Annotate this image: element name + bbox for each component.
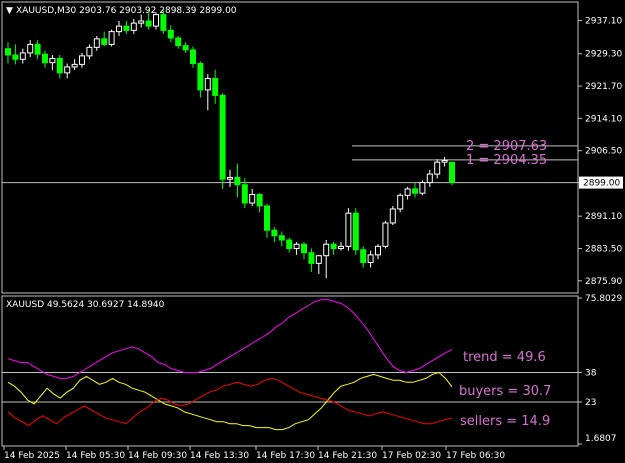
candle-body [412, 188, 418, 194]
candle-body [315, 255, 322, 264]
candle-body [234, 176, 241, 186]
candle-body [323, 243, 330, 257]
time-tick-label: 14 Feb 13:30 [190, 451, 249, 461]
candle-body [241, 184, 248, 204]
time-tick-label: 14 Feb 09:30 [128, 451, 187, 461]
indicator-labels: trend = 49.6 buyers = 30.7 sellers = 14.9 [459, 350, 551, 429]
time-tick-label: 14 Feb 2025 [4, 451, 60, 461]
candle-body [338, 245, 344, 249]
price-tick-label: 2891.10 [585, 212, 622, 222]
candle-body [145, 20, 152, 27]
candle-body [345, 212, 352, 247]
candle-body [227, 176, 233, 180]
candle-body [212, 77, 219, 96]
candle-body [130, 22, 137, 31]
time-tick-label: 14 Feb 17:30 [256, 451, 315, 461]
candle-body [56, 57, 63, 74]
candle-body [434, 161, 441, 175]
candle-body [190, 49, 196, 65]
candle-body [42, 53, 48, 64]
candle-body [182, 45, 189, 51]
candle-body [93, 38, 100, 48]
candle-body [286, 239, 293, 249]
candle-body [19, 52, 26, 60]
price-tick-label: 2937.10 [585, 17, 622, 27]
candle-body [49, 57, 56, 64]
indicator-value-label: trend = 49.6 [463, 350, 546, 365]
candle-body [138, 20, 145, 24]
indicator-tick-label: 75.8029 [585, 294, 622, 304]
price-tick-label: 2914.10 [585, 114, 622, 124]
candle-body [419, 182, 426, 194]
candle-body [34, 43, 41, 55]
candle-body [397, 194, 404, 210]
candle-body [123, 25, 130, 31]
candle-body [71, 63, 78, 68]
candle-body [167, 29, 174, 39]
price-tick-label: 2921.70 [585, 82, 622, 92]
indicator-tick-label: 38 [585, 368, 597, 378]
indicator-tick-label: 23 [585, 398, 596, 408]
time-axis: 14 Feb 2025 14 Feb 05:30 14 Feb 09:30 14 Fe… [3, 446, 505, 461]
candle-body [197, 63, 204, 91]
time-tick-label: 17 Feb 02:30 [382, 451, 441, 461]
candle-body [382, 222, 389, 247]
candle-body [64, 66, 71, 74]
candle-body [116, 25, 122, 33]
symbol-info: XAUUSD,M30 2903.76 2903.92 2898.39 2899.… [16, 6, 237, 16]
candle-body [27, 43, 34, 54]
price-tick-label: 2929.30 [585, 50, 622, 60]
candle-body [375, 245, 381, 256]
price-tick-label: 2875.90 [585, 277, 622, 287]
candle-body [219, 94, 226, 180]
candle-body [308, 252, 315, 264]
time-tick-label: 14 Feb 21:30 [318, 451, 377, 461]
candle-body [153, 14, 159, 27]
candle-body [293, 243, 300, 249]
indicator-scale: 75.8029 38 23 1.6807 [578, 294, 622, 445]
candle-body [264, 205, 270, 231]
candle-body [12, 54, 19, 60]
candle-body [101, 38, 108, 45]
candle-body [449, 161, 455, 184]
candle-body [271, 229, 278, 237]
candle-body [175, 37, 182, 47]
current-price-label: 2899.00 [583, 179, 620, 189]
price-level-label: 2 = 2907.63 [466, 139, 547, 154]
candle-body [360, 249, 367, 264]
time-tick-label: 14 Feb 05:30 [66, 451, 125, 461]
candle-body [352, 212, 359, 251]
candle-body [278, 235, 285, 241]
price-level-label: 1 = 2904.35 [466, 153, 547, 168]
collapse-arrow-icon[interactable]: ▼ [6, 6, 13, 16]
candle-body [404, 188, 411, 196]
candle-body [367, 254, 374, 264]
candle-body [86, 46, 93, 57]
candle-body [256, 193, 263, 207]
candle-body [160, 14, 167, 31]
indicator-value-label: buyers = 30.7 [459, 384, 551, 399]
candle-body [330, 243, 337, 249]
candle-body [426, 173, 433, 184]
indicator-tick-label: 1.6807 [585, 434, 617, 444]
indicator-header: XAUUSD 49.5624 30.6927 14.8940 [6, 300, 165, 310]
candle-body [204, 77, 211, 91]
candle-body [301, 243, 307, 254]
candle-body [5, 48, 11, 56]
time-tick-label: 17 Feb 06:30 [446, 451, 505, 461]
indicator-value-label: sellers = 14.9 [460, 414, 550, 429]
trading-chart[interactable]: ▼ XAUUSD,M30 2903.76 2903.92 2898.39 289… [0, 0, 625, 463]
candle-body [389, 208, 396, 224]
candle-body [249, 193, 256, 204]
price-tick-label: 2906.50 [585, 147, 622, 157]
candle-body [79, 55, 85, 65]
price-tick-label: 2883.50 [585, 244, 622, 254]
candle-body [108, 31, 115, 45]
candle-body [441, 159, 448, 163]
